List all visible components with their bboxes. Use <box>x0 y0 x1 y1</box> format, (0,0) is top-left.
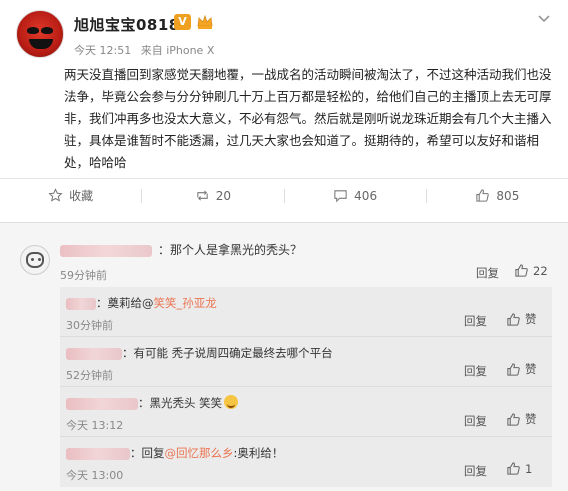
thumbs-up-icon <box>476 189 490 202</box>
replier-name-blurred[interactable] <box>66 297 96 310</box>
avatar-face <box>26 252 44 268</box>
mention-link[interactable]: @回忆那么乡 <box>165 446 234 460</box>
user-avatar[interactable] <box>16 10 64 58</box>
reply-like-button[interactable]: 赞 <box>506 361 537 377</box>
collect-label: 收藏 <box>69 189 94 203</box>
thumbs-up-icon <box>507 412 520 426</box>
reply-line: ：黑光秃头 笑笑 <box>66 395 239 411</box>
reply-like-button[interactable]: 1 <box>506 461 532 476</box>
reply-like-label: 赞 <box>525 412 537 426</box>
avatar-eye-right <box>41 27 53 34</box>
username[interactable]: 旭旭宝宝0818 <box>74 14 180 35</box>
post-text: 两天没直播回到家感觉天翻地覆，一战成名的活动瞬间被淘汰了，不过这种活动我们也没法… <box>64 67 552 170</box>
like-button[interactable]: 805 <box>427 179 568 212</box>
chevron-down-icon[interactable] <box>536 10 552 26</box>
comment-reply-button[interactable]: 回复 <box>476 265 499 281</box>
comment-button[interactable]: 406 <box>285 179 426 212</box>
reply-like-button[interactable]: 赞 <box>506 411 537 427</box>
comment-count: 406 <box>354 188 378 203</box>
reply-like-label: 赞 <box>525 362 537 376</box>
post-header: 旭旭宝宝0818 V 今天 12:51 来自 iPhone X <box>14 8 554 62</box>
reply-text: ：有可能 秃子说周四确定最终去哪个平台 <box>122 346 333 360</box>
reply-text: ：黑光秃头 笑笑 <box>138 396 223 410</box>
reply-time: 今天 13:12 <box>66 419 124 432</box>
action-bar: 收藏 20 406 805 <box>0 178 568 212</box>
reply-item: ：奠莉给@笑笑_孙亚龙 30分钟前 回复 赞 <box>60 287 552 337</box>
comment-like-count: 22 <box>533 263 548 278</box>
like-count: 805 <box>496 188 520 203</box>
avatar-eye-right <box>38 258 41 261</box>
reply-time: 30分钟前 <box>66 319 113 332</box>
repost-count: 20 <box>215 188 232 203</box>
member-crown-icon[interactable] <box>196 13 214 31</box>
reply-time: 今天 13:00 <box>66 469 124 482</box>
replies-box: ：奠莉给@笑笑_孙亚龙 30分钟前 回复 赞 ：有可能 秃子说周四确定最终去哪个… <box>60 287 552 487</box>
comment-time: 59分钟前 <box>60 269 107 282</box>
reply-reply-button[interactable]: 回复 <box>464 313 487 329</box>
reply-line: ：奠莉给@笑笑_孙亚龙 <box>66 295 217 311</box>
mention-link[interactable]: 笑笑_孙亚龙 <box>154 296 217 310</box>
reply-item: ：黑光秃头 笑笑 今天 13:12 回复 赞 <box>60 387 552 437</box>
reply-text: ：奠莉给@ <box>96 296 154 310</box>
reply-text-suffix: :奥利给！ <box>233 446 284 460</box>
reply-item: ：回复@回忆那么乡:奥利给！ 今天 13:00 回复 1 <box>60 437 552 487</box>
avatar-mouth <box>29 39 53 49</box>
reply-item: ：有可能 秃子说周四确定最终去哪个平台 52分钟前 回复 赞 <box>60 337 552 387</box>
comments-section: ：那个人是拿黑光的秃头？ 59分钟前 回复 22 ：奠莉给@笑笑_孙亚龙 30分… <box>0 222 568 491</box>
commenter-avatar[interactable] <box>20 245 50 275</box>
repost-button[interactable]: 20 <box>142 179 283 212</box>
replier-name-blurred[interactable] <box>66 347 122 360</box>
reply-text: ：回复 <box>130 446 165 460</box>
laughing-emoji-icon <box>224 395 239 409</box>
comment-text: ：那个人是拿黑光的秃头？ <box>158 243 303 257</box>
thumbs-up-icon <box>515 264 528 277</box>
commenter-name-blurred[interactable] <box>60 244 152 257</box>
repost-icon <box>197 190 208 201</box>
reply-reply-button[interactable]: 回复 <box>464 413 487 429</box>
reply-reply-button[interactable]: 回复 <box>464 463 487 479</box>
verified-badge-icon[interactable]: V <box>174 14 191 30</box>
reply-time: 52分钟前 <box>66 369 113 382</box>
comment-like-button[interactable]: 22 <box>514 263 548 278</box>
thumbs-up-icon <box>507 312 520 326</box>
reply-line: ：有可能 秃子说周四确定最终去哪个平台 <box>66 345 333 361</box>
thumbs-up-icon <box>507 362 520 376</box>
reply-reply-button[interactable]: 回复 <box>464 363 487 379</box>
collect-button[interactable]: 收藏 <box>0 179 141 212</box>
post-meta: 今天 12:51 来自 iPhone X <box>74 42 220 58</box>
star-icon <box>48 188 63 202</box>
replier-name-blurred[interactable] <box>66 447 130 460</box>
post-source: 来自 iPhone X <box>140 44 215 57</box>
avatar-eye-left <box>31 258 34 261</box>
reply-like-button[interactable]: 赞 <box>506 311 537 327</box>
comment-line: ：那个人是拿黑光的秃头？ <box>60 241 302 258</box>
thumbs-up-icon <box>507 462 520 475</box>
reply-like-count: 1 <box>525 461 533 476</box>
replier-name-blurred[interactable] <box>66 397 138 410</box>
reply-like-label: 赞 <box>525 312 537 326</box>
comment-icon <box>334 190 347 203</box>
post-time: 今天 12:51 <box>74 44 132 57</box>
reply-line: ：回复@回忆那么乡:奥利给！ <box>66 445 283 461</box>
avatar-eye-left <box>27 27 39 34</box>
